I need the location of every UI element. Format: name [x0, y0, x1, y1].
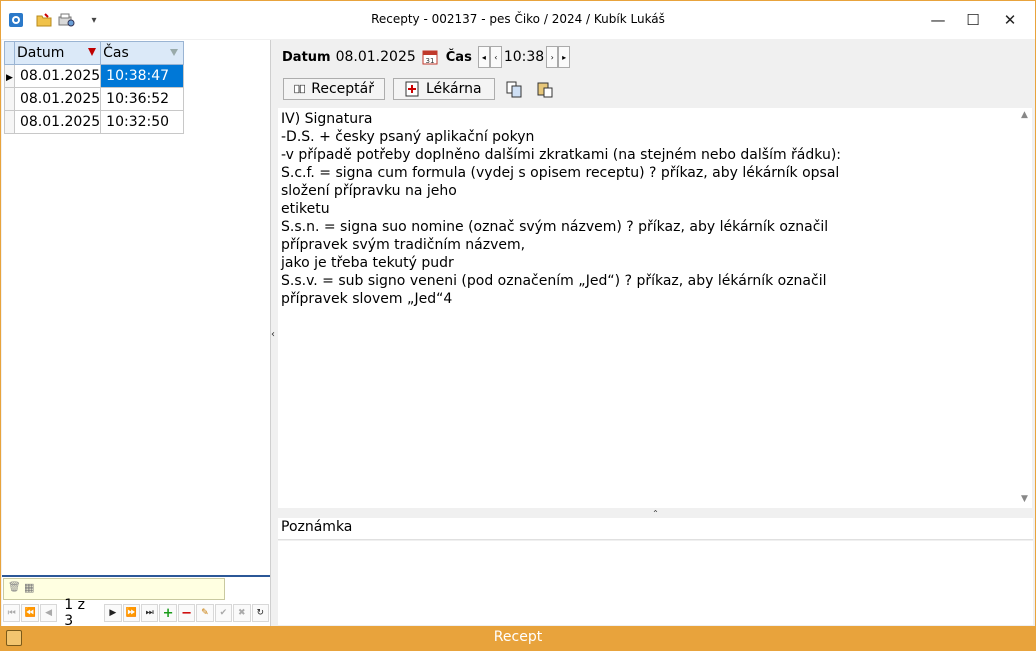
text-scrollbar[interactable]: ▲ ▼	[1018, 108, 1032, 508]
window-title: Recepty - 002137 - pes Čiko / 2024 / Kub…	[371, 12, 665, 26]
collapse-up-icon[interactable]: ⌃	[652, 509, 659, 518]
delete-record-icon[interactable]: −	[177, 604, 196, 622]
next-record-icon[interactable]: ▶	[104, 604, 122, 622]
time-next-icon[interactable]: ›	[546, 46, 559, 68]
datum-field[interactable]: 08.01.2025	[336, 49, 416, 65]
horizontal-splitter[interactable]: ⌃	[278, 508, 1033, 518]
column-header-label: Čas	[103, 45, 129, 61]
time-last-icon[interactable]: ▸	[558, 46, 571, 68]
prev-page-icon[interactable]: ⏪	[21, 604, 39, 622]
status-text: Recept	[493, 629, 543, 645]
collapse-left-icon[interactable]: ‹	[271, 329, 275, 340]
column-header-label: Datum	[16, 45, 65, 61]
note-label: Poznámka	[278, 518, 1033, 540]
table-row[interactable]: ▶ 08.01.2025 10:38:47	[4, 64, 184, 88]
filter-bar[interactable]: 🗑 ▦	[3, 578, 225, 600]
scroll-down-icon[interactable]: ▼	[1021, 494, 1028, 504]
prescription-text[interactable]: IV) Signatura -D.S. + česky psaný aplika…	[278, 108, 1018, 508]
time-editor[interactable]: ◂ ‹ 10:38 › ▸	[477, 46, 571, 68]
next-page-icon[interactable]: ⏩	[122, 604, 140, 622]
scroll-up-icon[interactable]: ▲	[1021, 110, 1028, 120]
copy-icon[interactable]	[503, 78, 525, 100]
row-indicator	[4, 110, 15, 134]
column-header-datum[interactable]: Datum	[13, 41, 102, 65]
column-header-cas[interactable]: Čas	[100, 41, 184, 65]
first-page-icon[interactable]: ⏮	[3, 604, 21, 622]
cancel-edit-icon[interactable]: ✖	[233, 604, 251, 622]
receptar-label: Receptář	[311, 81, 374, 97]
row-indicator: ▶	[4, 64, 15, 88]
receptar-button[interactable]: Receptář	[283, 78, 385, 100]
time-prev-icon[interactable]: ‹	[489, 46, 502, 68]
time-first-icon[interactable]: ◂	[477, 46, 490, 68]
records-grid: Datum Čas ▶ 08.01.2025 10:38:47 08.01.20…	[4, 41, 184, 134]
book-icon	[294, 84, 305, 94]
note-field[interactable]	[278, 541, 1033, 625]
lekarna-label: Lékárna	[426, 81, 482, 97]
cas-field[interactable]: 10:38	[502, 49, 546, 65]
cell-datum[interactable]: 08.01.2025	[13, 64, 102, 88]
clear-filter-icon[interactable]: 🗑	[8, 582, 21, 593]
table-row[interactable]: 08.01.2025 10:36:52	[4, 87, 184, 111]
sort-desc-icon[interactable]	[88, 48, 97, 56]
close-button[interactable]: ✕	[987, 1, 1033, 39]
filter-builder-icon[interactable]: ▦	[24, 581, 34, 594]
paste-icon[interactable]	[534, 78, 556, 100]
table-row[interactable]: 08.01.2025 10:32:50	[4, 110, 184, 134]
app-window: ▾ Recepty - 002137 - pes Čiko / 2024 / K…	[0, 0, 1036, 651]
cell-datum[interactable]: 08.01.2025	[13, 110, 102, 134]
calendar-icon[interactable]: 31	[422, 49, 438, 65]
add-record-icon[interactable]: +	[159, 604, 177, 622]
records-pane: Datum Čas ▶ 08.01.2025 10:38:47 08.01.20…	[2, 40, 271, 626]
cas-label: Čas	[445, 49, 472, 65]
record-counter: 1 z 3	[64, 597, 85, 629]
refresh-icon[interactable]: ↻	[251, 604, 269, 622]
post-edit-icon[interactable]: ✔	[214, 604, 233, 622]
current-row-icon: ▶	[6, 73, 13, 83]
row-indicator-header	[4, 41, 15, 65]
prev-record-icon[interactable]: ◀	[39, 604, 58, 622]
record-header: Datum 08.01.2025 31 Čas ◂ ‹ 10:38 › ▸	[278, 44, 571, 70]
record-navigator: ⏮ ⏪ ◀ 1 z 3 ▶ ⏩ ⏭ + − ✎ ✔ ✖ ↻	[3, 597, 269, 629]
pane-divider	[2, 575, 270, 577]
status-bar: Recept	[1, 626, 1035, 650]
vertical-splitter[interactable]: ‹	[270, 291, 276, 377]
svg-text:31: 31	[425, 57, 434, 65]
cell-datum[interactable]: 08.01.2025	[13, 87, 102, 111]
title-bar: ▾ Recepty - 002137 - pes Čiko / 2024 / K…	[1, 1, 1035, 39]
cell-cas[interactable]: 10:32:50	[100, 110, 184, 134]
edit-record-icon[interactable]: ✎	[196, 604, 214, 622]
datum-label: Datum	[282, 49, 331, 65]
filter-icon[interactable]	[170, 49, 178, 56]
last-page-icon[interactable]: ⏭	[140, 604, 159, 622]
row-indicator	[4, 87, 15, 111]
lekarna-button[interactable]: Lékárna	[393, 78, 495, 100]
pharmacy-icon	[405, 81, 419, 97]
cell-cas[interactable]: 10:36:52	[100, 87, 184, 111]
cell-cas[interactable]: 10:38:47	[100, 64, 184, 88]
